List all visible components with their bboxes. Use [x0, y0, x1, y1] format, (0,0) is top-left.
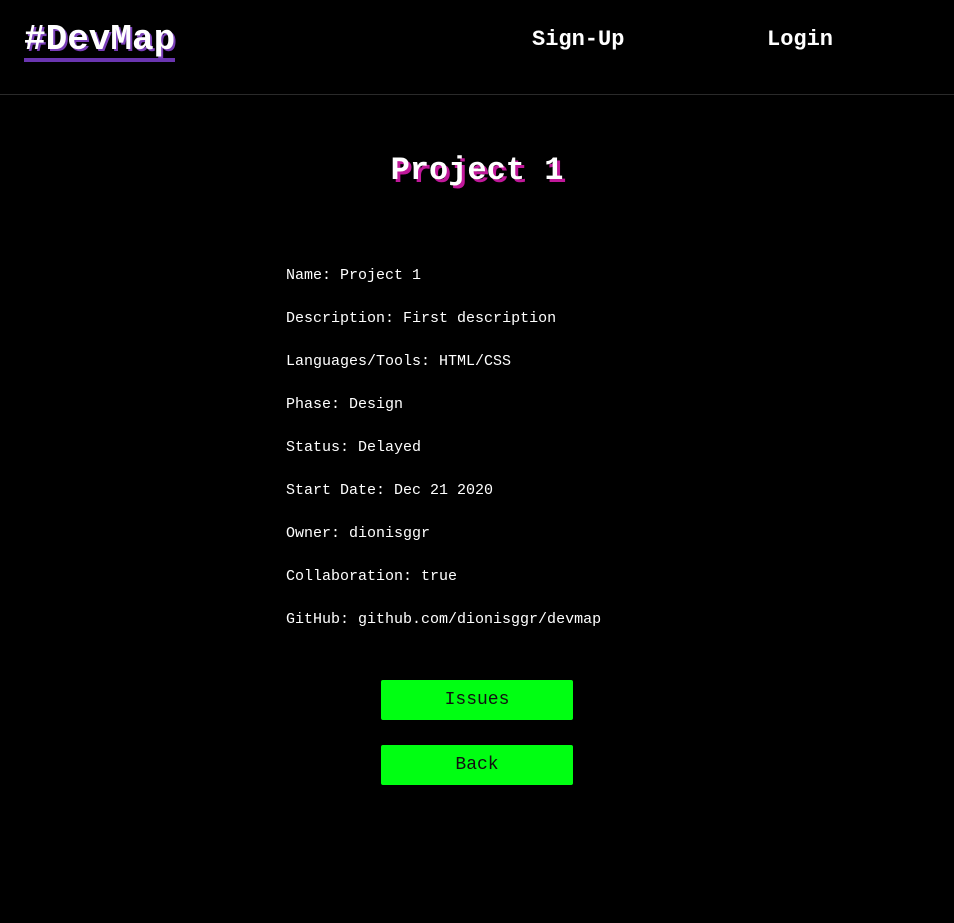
detail-value: dionisggr — [349, 525, 431, 542]
brand-logo-link[interactable]: #DevMap — [24, 22, 176, 62]
detail-github: GitHub: github.com/dionisggr/devmap — [286, 611, 602, 628]
detail-collaboration: Collaboration: true — [286, 568, 458, 585]
detail-status: Status: Delayed — [286, 439, 422, 456]
detail-label: GitHub — [286, 611, 341, 628]
detail-value: Dec 21 2020 — [394, 482, 494, 499]
signup-link[interactable]: Sign-Up — [532, 29, 624, 51]
detail-languages-tools: Languages/Tools: HTML/CSS — [286, 353, 512, 370]
detail-value: First description — [403, 310, 557, 327]
project-details: Name: Project 1 Description: First descr… — [286, 268, 601, 655]
detail-label: Languages/Tools — [286, 353, 422, 370]
login-link[interactable]: Login — [767, 29, 833, 51]
back-button[interactable]: Back — [381, 745, 573, 785]
detail-value: HTML/CSS — [439, 353, 512, 370]
page-title: Project 1 — [390, 152, 564, 189]
detail-label: Phase — [286, 396, 332, 413]
detail-label: Collaboration — [286, 568, 404, 585]
detail-label: Start Date — [286, 482, 377, 499]
detail-description: Description: First description — [286, 310, 557, 327]
detail-value: Delayed — [358, 439, 422, 456]
detail-label: Name — [286, 267, 323, 284]
issues-button[interactable]: Issues — [381, 680, 573, 720]
detail-start-date: Start Date: Dec 21 2020 — [286, 482, 494, 499]
navbar: #DevMap Sign-Up Login — [0, 0, 954, 95]
detail-label: Status — [286, 439, 341, 456]
detail-phase: Phase: Design — [286, 396, 404, 413]
detail-name: Name: Project 1 — [286, 267, 422, 284]
detail-value: Project 1 — [340, 267, 422, 284]
detail-value: Design — [349, 396, 404, 413]
detail-value: true — [421, 568, 458, 585]
detail-label: Owner — [286, 525, 332, 542]
detail-label: Description — [286, 310, 386, 327]
detail-value: github.com/dionisggr/devmap — [358, 611, 602, 628]
detail-owner: Owner: dionisggr — [286, 525, 431, 542]
